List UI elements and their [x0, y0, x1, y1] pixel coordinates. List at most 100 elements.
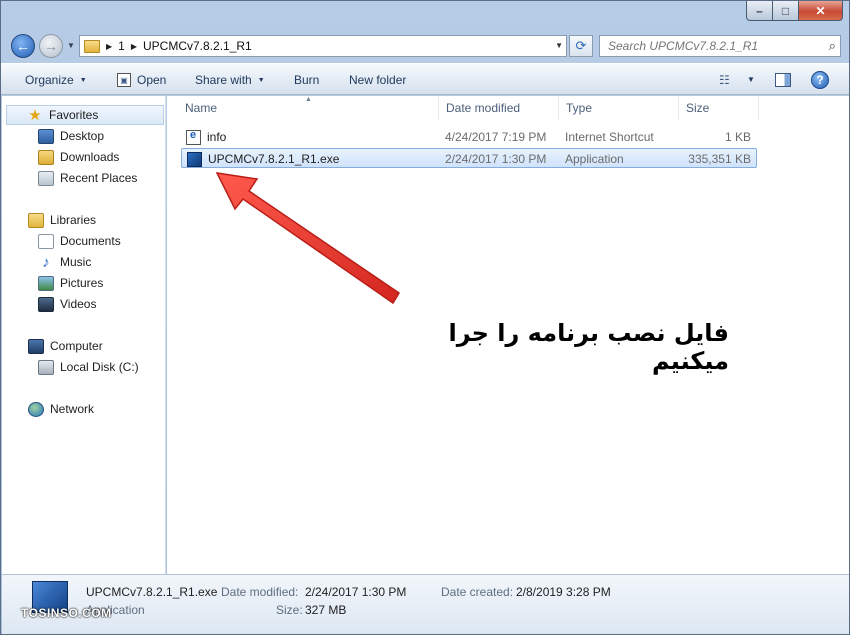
- videos-icon: [38, 296, 54, 312]
- burn-button[interactable]: Burn: [290, 64, 323, 96]
- local-disk-icon: [38, 359, 54, 375]
- minimize-button[interactable]: –: [746, 1, 773, 21]
- file-size: 1 KB: [724, 130, 751, 144]
- sidebar-item-downloads[interactable]: Downloads: [2, 147, 164, 167]
- help-icon[interactable]: ?: [811, 71, 829, 89]
- sidebar-item-label: Network: [50, 402, 95, 416]
- file-name: info: [207, 130, 227, 144]
- sidebar-item-label: Local Disk (C:): [60, 360, 139, 374]
- search-box[interactable]: ⌕: [599, 35, 841, 57]
- sidebar-item-label: Desktop: [60, 129, 105, 143]
- file-row-upcmc-exe[interactable]: UPCMCv7.8.2.1_R1.exe 2/24/2017 1:30 PM A…: [181, 148, 757, 168]
- file-name: UPCMCv7.8.2.1_R1.exe: [208, 152, 340, 166]
- file-row-info[interactable]: info 4/24/2017 7:19 PM Internet Shortcut…: [181, 127, 757, 147]
- column-header-name[interactable]: Name: [178, 96, 439, 120]
- burn-label: Burn: [294, 73, 320, 87]
- forward-button[interactable]: →: [39, 34, 63, 58]
- views-icon[interactable]: ☷: [719, 73, 730, 87]
- file-type: Application: [565, 152, 624, 166]
- sidebar-item-libraries[interactable]: Libraries: [2, 210, 164, 230]
- organize-label: Organize: [25, 73, 74, 87]
- file-date: 2/24/2017 1:30 PM: [445, 152, 547, 166]
- file-size: 335,351 KB: [688, 152, 751, 166]
- details-date-modified: 2/24/2017 1:30 PM: [305, 585, 407, 599]
- address-bar[interactable]: ▶ 1 ▶ UPCMCv7.8.2.1_R1 ▼: [79, 35, 567, 57]
- libraries-icon: [28, 212, 44, 228]
- sidebar-item-network[interactable]: Network: [2, 399, 164, 419]
- details-size-label: Size:: [276, 603, 303, 617]
- file-name-cell: info: [186, 127, 226, 147]
- computer-icon: [28, 338, 44, 354]
- recent-pages-dropdown[interactable]: ▼: [67, 41, 75, 50]
- column-header-type[interactable]: Type: [559, 96, 679, 120]
- preview-pane-icon[interactable]: [775, 73, 791, 87]
- watermark: TOSINSO.COM: [21, 606, 112, 620]
- open-button[interactable]: ▣ Open: [113, 64, 170, 96]
- file-date: 4/24/2017 7:19 PM: [445, 130, 547, 144]
- internet-shortcut-icon: [186, 129, 201, 145]
- dropdown-arrow-icon: ▼: [257, 76, 265, 84]
- folder-icon: [84, 39, 100, 53]
- sidebar-item-label: Documents: [60, 234, 121, 248]
- organize-button[interactable]: Organize ▼: [21, 64, 91, 96]
- annotation-text: فایل نصب برنامه را جرا میکنیم: [448, 319, 729, 375]
- sidebar-item-label: Recent Places: [60, 171, 138, 185]
- application-icon: [187, 151, 202, 167]
- caption-buttons: – □ ✕: [746, 1, 843, 21]
- new-folder-button[interactable]: New folder: [345, 64, 410, 96]
- sidebar-item-label: Videos: [60, 297, 97, 311]
- sidebar-item-music[interactable]: ♪ Music: [2, 252, 164, 272]
- open-icon: ▣: [117, 73, 131, 87]
- details-date-modified-label: Date modified:: [221, 585, 299, 599]
- sidebar-item-computer[interactable]: Computer: [2, 336, 164, 356]
- address-row: ← → ▼ ▶ 1 ▶ UPCMCv7.8.2.1_R1 ▼ ⟳ ⌕: [1, 31, 849, 61]
- column-headers: ▲ Name Date modified Type Size: [167, 96, 849, 120]
- breadcrumb-item[interactable]: UPCMCv7.8.2.1_R1: [143, 39, 252, 53]
- sidebar-item-label: Favorites: [49, 108, 99, 122]
- details-date-created-label: Date created:: [441, 585, 514, 599]
- file-name-cell: UPCMCv7.8.2.1_R1.exe: [187, 149, 339, 169]
- close-button[interactable]: ✕: [799, 1, 843, 21]
- search-input[interactable]: [608, 39, 808, 53]
- command-bar: Organize ▼ ▣ Open Share with ▼ Burn New fo…: [1, 63, 849, 95]
- breadcrumb-item[interactable]: 1: [118, 39, 125, 53]
- dropdown-arrow-icon: ▼: [79, 76, 87, 84]
- details-filename: UPCMCv7.8.2.1_R1.exe: [86, 585, 218, 599]
- downloads-icon: [38, 149, 54, 165]
- sidebar-item-label: Pictures: [60, 276, 104, 290]
- sidebar-item-documents[interactable]: Documents: [2, 231, 164, 251]
- share-with-button[interactable]: Share with ▼: [191, 64, 269, 96]
- desktop-icon: [38, 128, 54, 144]
- recent-places-icon: [38, 170, 54, 186]
- details-pane: UPCMCv7.8.2.1_R1.exe Application Date mo…: [2, 574, 849, 634]
- sidebar-item-recent-places[interactable]: Recent Places: [2, 168, 164, 188]
- sidebar-item-favorites[interactable]: ★ Favorites: [6, 105, 164, 125]
- sidebar-item-label: Libraries: [50, 213, 97, 227]
- sidebar-item-local-disk[interactable]: Local Disk (C:): [2, 357, 164, 377]
- documents-icon: [38, 233, 54, 249]
- details-size: 327 MB: [305, 603, 347, 617]
- sidebar-item-label: Music: [60, 255, 92, 269]
- sidebar-item-videos[interactable]: Videos: [2, 294, 164, 314]
- search-icon[interactable]: ⌕: [829, 38, 836, 54]
- file-type: Internet Shortcut: [565, 130, 654, 144]
- refresh-button[interactable]: ⟳: [569, 35, 593, 57]
- network-icon: [28, 401, 44, 417]
- new-folder-label: New folder: [349, 73, 407, 87]
- breadcrumb-chevron-icon[interactable]: ▶: [131, 42, 137, 51]
- address-dropdown-icon[interactable]: ▼: [555, 41, 563, 50]
- views-dropdown-icon[interactable]: ▼: [747, 75, 755, 84]
- breadcrumb-chevron-icon[interactable]: ▶: [106, 42, 112, 51]
- column-header-size[interactable]: Size: [679, 96, 759, 120]
- sidebar-item-label: Computer: [50, 339, 103, 353]
- column-header-date-modified[interactable]: Date modified: [439, 96, 559, 120]
- music-icon: ♪: [42, 253, 50, 271]
- maximize-button[interactable]: □: [773, 1, 799, 21]
- sidebar-item-pictures[interactable]: Pictures: [2, 273, 164, 293]
- back-button[interactable]: ←: [11, 34, 35, 58]
- sidebar-item-desktop[interactable]: Desktop: [2, 126, 164, 146]
- sidebar-item-label: Downloads: [60, 150, 120, 164]
- share-with-label: Share with: [195, 73, 252, 87]
- pictures-icon: [38, 275, 54, 291]
- open-label: Open: [137, 73, 167, 87]
